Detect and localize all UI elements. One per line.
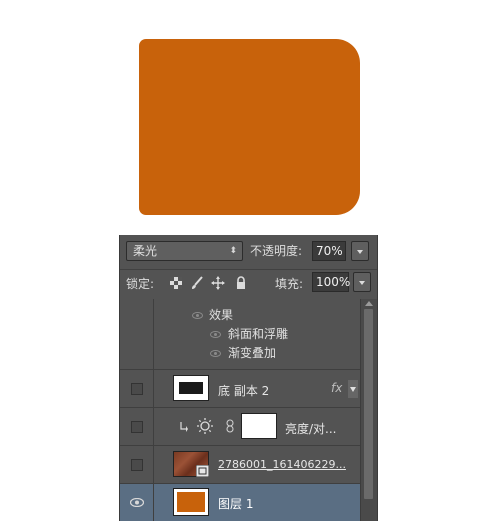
layer-name[interactable]: 2786001_161406229... [218, 458, 346, 471]
eye-icon[interactable] [210, 350, 221, 357]
visibility-column [120, 370, 154, 407]
visibility-toggle[interactable] [131, 459, 143, 471]
layer-name[interactable]: 亮度/对... [285, 420, 337, 437]
layer-row[interactable]: 2786001_161406229... [120, 446, 360, 484]
opacity-label: 不透明度: [250, 244, 303, 258]
eye-icon[interactable] [210, 331, 221, 338]
layers-scrollbar[interactable] [360, 299, 377, 521]
visibility-column [120, 484, 154, 521]
layers-list: 效果 斜面和浮雕 渐变叠加 底 副本 2 fx 亮度/对... 2786001_… [120, 299, 360, 521]
visibility-toggle[interactable] [131, 421, 143, 433]
lock-fill-row: 锁定: 填充: 100% [120, 270, 377, 297]
brush-icon[interactable] [190, 276, 204, 290]
layer-thumbnail [173, 451, 209, 477]
layer-thumbnail [173, 375, 209, 401]
fill-label: 填充: [275, 277, 304, 291]
layer-name[interactable]: 底 副本 2 [218, 382, 269, 399]
effect-bevel-emboss[interactable]: 斜面和浮雕 [228, 325, 288, 342]
visibility-column [120, 299, 154, 369]
layer-name[interactable]: 图层 1 [218, 495, 253, 512]
effects-header: 效果 [209, 308, 234, 322]
fill-dropdown-button[interactable] [353, 272, 371, 292]
move-arrows-icon[interactable] [211, 276, 225, 290]
layer-row[interactable]: 底 副本 2 fx [120, 370, 360, 408]
lock-label: 锁定: [126, 277, 155, 291]
blend-mode-select[interactable]: 柔光 ⬍ [126, 241, 243, 261]
effect-gradient-overlay[interactable]: 渐变叠加 [228, 344, 276, 361]
updown-arrows-icon: ⬍ [229, 246, 237, 256]
scroll-thumb[interactable] [364, 309, 373, 499]
sun-icon [197, 418, 213, 434]
visibility-column [120, 446, 154, 483]
opacity-dropdown-button[interactable] [351, 241, 369, 261]
expand-effects-icon[interactable] [348, 380, 358, 398]
opacity-input[interactable]: 70% [312, 241, 346, 261]
padlock-icon[interactable] [234, 276, 248, 290]
smart-object-badge-icon [196, 465, 209, 477]
fx-icon[interactable]: fx [331, 381, 342, 395]
scroll-up-arrow-icon[interactable] [365, 301, 373, 306]
eye-icon[interactable] [192, 312, 203, 319]
effects-block[interactable]: 效果 斜面和浮雕 渐变叠加 [120, 299, 360, 370]
layer-thumbnail [173, 488, 209, 516]
chain-link-icon[interactable] [226, 419, 234, 433]
layers-panel: 柔光 ⬍ 不透明度: 70% 锁定: 填充: 100% 效果 斜面和浮雕 渐变叠… [119, 235, 378, 521]
layer-row-selected[interactable]: 图层 1 [120, 484, 360, 521]
visibility-toggle[interactable] [131, 383, 143, 395]
clipping-arrow-icon [180, 422, 188, 432]
blend-opacity-row: 柔光 ⬍ 不透明度: 70% [120, 235, 377, 269]
canvas-orange-shape [139, 39, 360, 215]
eye-icon[interactable] [130, 498, 144, 507]
layer-row[interactable]: 亮度/对... [120, 408, 360, 446]
blend-mode-value: 柔光 [133, 244, 158, 258]
visibility-column [120, 408, 154, 445]
layer-mask-thumbnail[interactable] [241, 413, 277, 439]
fill-input[interactable]: 100% [312, 272, 350, 292]
checkerboard-icon[interactable] [169, 276, 183, 290]
